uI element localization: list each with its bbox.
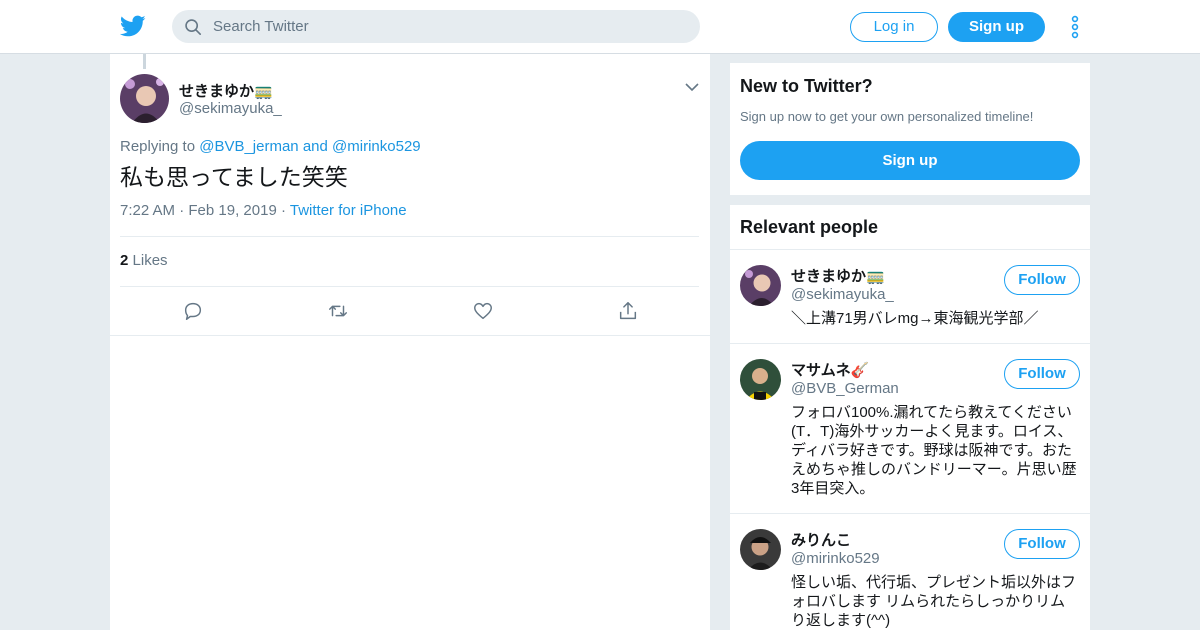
list-item: みりんこ @mirinko529 Follow 怪しい垢、代行垢、プレゼント垢以… (730, 513, 1090, 630)
replying-prefix: Replying to (120, 138, 196, 155)
likes-stat[interactable]: 2 Likes (120, 252, 168, 269)
signup-card: New to Twitter? Sign up now to get your … (730, 63, 1090, 195)
author-name[interactable]: せきまゆか🚃 (179, 80, 273, 101)
login-button[interactable]: Log in (850, 12, 938, 42)
avatar[interactable] (740, 529, 781, 570)
list-item: マサムネ🎸 @BVB_German Follow フォロバ100%.漏れてたら教… (730, 343, 1090, 514)
signup-button[interactable]: Sign up (948, 12, 1045, 42)
twitter-bird-icon[interactable] (120, 13, 146, 39)
divider (120, 286, 699, 287)
reply-and: and (302, 138, 328, 155)
tweet-source[interactable]: Twitter for iPhone (290, 202, 407, 219)
more-vertical-icon[interactable] (1066, 15, 1084, 39)
reply-user-link[interactable]: @mirinko529 (332, 138, 421, 155)
avatar[interactable] (740, 359, 781, 400)
tweet-time[interactable]: 7:22 AM (120, 202, 175, 219)
like-icon[interactable] (472, 300, 494, 322)
replying-to: Replying to @BVB_jerman and @mirinko529 (120, 138, 421, 155)
person-handle[interactable]: @mirinko529 (791, 550, 880, 567)
person-bio: 怪しい垢、代行垢、プレゼント垢以外はフォロバします リムられたらしっかりリム り… (791, 574, 1077, 629)
person-handle[interactable]: @BVB_German (791, 380, 899, 397)
person-handle[interactable]: @sekimayuka_ (791, 286, 894, 303)
top-bar: Search Twitter Log in Sign up (0, 0, 1200, 54)
list-item: せきまゆか🚃 @sekimayuka_ Follow ＼上溝71男バレmg→東海… (730, 249, 1090, 344)
divider (120, 236, 699, 237)
follow-button[interactable]: Follow (1004, 359, 1080, 389)
person-name[interactable]: みりんこ (791, 529, 851, 550)
tweet-card: せきまゆか🚃 @sekimayuka_ Replying to @BVB_jer… (110, 54, 710, 630)
signup-card-subtitle: Sign up now to get your own personalized… (740, 109, 1034, 124)
chevron-down-icon[interactable] (684, 80, 700, 94)
reply-icon[interactable] (182, 300, 204, 322)
search-icon (185, 19, 202, 36)
share-icon[interactable] (617, 300, 639, 322)
follow-button[interactable]: Follow (1004, 529, 1080, 559)
relevant-people-title: Relevant people (740, 217, 879, 237)
tweet-meta: 7:22 AM · Feb 19, 2019 · Twitter for iPh… (120, 202, 407, 219)
tweet-date[interactable]: Feb 19, 2019 (188, 202, 276, 219)
thread-line (143, 54, 146, 69)
signup-card-title: New to Twitter? (740, 76, 873, 96)
reply-user-link[interactable]: @BVB_jerman (199, 138, 298, 155)
tweet-text: 私も思ってました笑笑 (120, 164, 348, 190)
retweet-icon[interactable] (327, 300, 349, 322)
person-bio: ＼上溝71男バレmg→東海観光学部／ (791, 310, 1039, 327)
author-handle[interactable]: @sekimayuka_ (179, 100, 282, 117)
signup-card-button[interactable]: Sign up (740, 141, 1080, 180)
person-bio: フォロバ100%.漏れてたら教えてください(T．T)海外サッカーよく見ます。ロイ… (791, 404, 1077, 497)
likes-count: 2 (120, 252, 129, 269)
likes-label: Likes (132, 252, 168, 269)
relevant-people-card: Relevant people せきまゆか🚃 @sekimayuka_ Foll… (730, 205, 1090, 630)
person-name[interactable]: マサムネ🎸 (791, 359, 869, 380)
divider (110, 335, 710, 336)
avatar[interactable] (120, 74, 169, 123)
follow-button[interactable]: Follow (1004, 265, 1080, 295)
search-input[interactable]: Search Twitter (172, 10, 700, 43)
avatar[interactable] (740, 265, 781, 306)
person-name[interactable]: せきまゆか🚃 (791, 265, 885, 286)
search-placeholder: Search Twitter (213, 18, 309, 35)
